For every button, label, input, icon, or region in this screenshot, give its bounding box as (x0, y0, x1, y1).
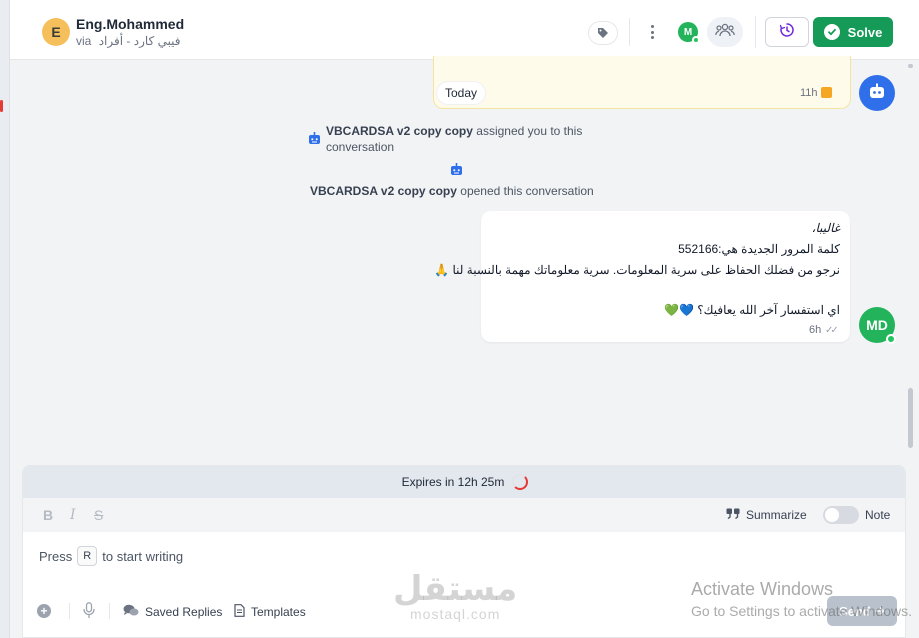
date-chip: Today (437, 82, 486, 104)
contact-inbox-line: via فيبي كارد - أفراد (76, 34, 181, 48)
add-attachment-icon[interactable]: + (37, 604, 51, 618)
microphone-icon[interactable] (83, 602, 95, 624)
delivered-ticks-icon: ✓✓ (825, 325, 839, 336)
assigned-agent-avatar[interactable]: M (678, 22, 700, 44)
timer-ring-icon (512, 474, 529, 490)
scrollbar-thumb[interactable] (908, 388, 913, 448)
expiry-banner: Expires in 12h 25m (23, 466, 905, 498)
summarize-button[interactable]: Summarize (726, 508, 807, 522)
agent-initial: M (683, 26, 693, 38)
note-toggle-label: Note (865, 508, 891, 522)
via-label: via (76, 34, 92, 48)
activity-opened: VBCARDSA v2 copy copy opened this conver… (310, 183, 594, 199)
italic-button[interactable]: I (70, 507, 76, 523)
snooze-button[interactable] (765, 17, 809, 47)
scrollbar-top[interactable] (908, 64, 913, 68)
red-edge-marker (0, 100, 3, 112)
tag-button[interactable] (588, 21, 618, 45)
snooze-clock-icon (779, 22, 795, 43)
conversation-header: E Eng.Mohammed via فيبي كارد - أفراد M S… (10, 0, 919, 60)
activity-bot-name: VBCARDSA v2 copy copy (310, 184, 457, 198)
bold-button[interactable]: B (43, 507, 53, 523)
activate-subtitle: Go to Settings to activate Windows. (691, 603, 912, 619)
header-divider (629, 18, 630, 46)
watermark-url: mostaql.com (410, 606, 501, 622)
team-button[interactable] (707, 17, 743, 47)
activity-bot-name: VBCARDSA v2 copy copy (326, 124, 473, 138)
quote-icon (726, 508, 740, 522)
watermark-arabic: مستقل (393, 569, 518, 609)
bot-avatar (859, 75, 895, 111)
inbox-name: فيبي كارد - أفراد (98, 34, 181, 48)
message-line: اي استفسار آخر الله يعافيك؟ 💙💚 (664, 303, 840, 317)
message-editor[interactable]: Press R to start writing (39, 546, 183, 566)
divider (109, 603, 110, 619)
expiry-text: Expires in 12h 25m (401, 475, 505, 489)
saved-replies-button[interactable]: Saved Replies (123, 604, 222, 620)
message-line: غاليبا، (811, 221, 840, 235)
bot-icon (308, 132, 321, 149)
note-timestamp: 11h (800, 87, 818, 99)
shortcut-key: R (77, 546, 98, 566)
tag-icon (597, 27, 609, 39)
message-line: كلمة المرور الجديدة هي:552166 (678, 242, 840, 256)
check-icon (823, 24, 840, 40)
summarize-label: Summarize (746, 508, 807, 522)
private-note-bubble (433, 56, 851, 109)
mostaql-watermark: مستقل mostaql.com (393, 572, 517, 622)
divider (69, 603, 70, 619)
header-divider (755, 16, 756, 48)
private-note-icon (821, 87, 832, 98)
saved-replies-label: Saved Replies (145, 605, 223, 619)
conversation-panel: E Eng.Mohammed via فيبي كارد - أفراد M S… (9, 0, 919, 638)
format-toolbar: B I S Summarize Note (23, 498, 905, 532)
strikethrough-button[interactable]: S (94, 507, 103, 523)
sender-avatar: MD (859, 307, 896, 344)
chat-bubbles-icon (123, 604, 139, 620)
note-toggle[interactable] (823, 506, 859, 524)
online-status-dot (692, 36, 700, 44)
activity-text: opened this conversation (460, 184, 594, 198)
prompt-suffix: to start writing (102, 548, 184, 564)
templates-label: Templates (251, 605, 306, 619)
bot-icon (450, 163, 463, 181)
contact-avatar[interactable]: E (42, 18, 70, 46)
solve-button[interactable]: Solve (813, 17, 893, 47)
online-status-dot (886, 334, 896, 344)
templates-button[interactable]: Templates (234, 604, 306, 620)
solve-label: Solve (847, 24, 883, 40)
activate-windows-overlay: Activate Windows Go to Settings to activ… (691, 579, 912, 619)
message-timestamp: 6h (809, 324, 822, 336)
document-icon (234, 604, 245, 620)
activity-assigned: VBCARDSA v2 copy copy assigned you to th… (308, 123, 628, 155)
prompt-prefix: Press (39, 548, 73, 564)
more-options-icon[interactable] (647, 22, 657, 42)
team-icon (715, 23, 735, 42)
activate-title: Activate Windows (691, 579, 834, 599)
outgoing-message-bubble[interactable]: غاليبا، كلمة المرور الجديدة هي:552166 نر… (434, 211, 850, 342)
bot-icon (868, 83, 886, 104)
contact-name[interactable]: Eng.Mohammed (76, 16, 184, 32)
sender-initials: MD (866, 317, 888, 333)
message-line: نرجو من فضلك الحفاظ على سرية المعلومات. … (434, 263, 840, 277)
